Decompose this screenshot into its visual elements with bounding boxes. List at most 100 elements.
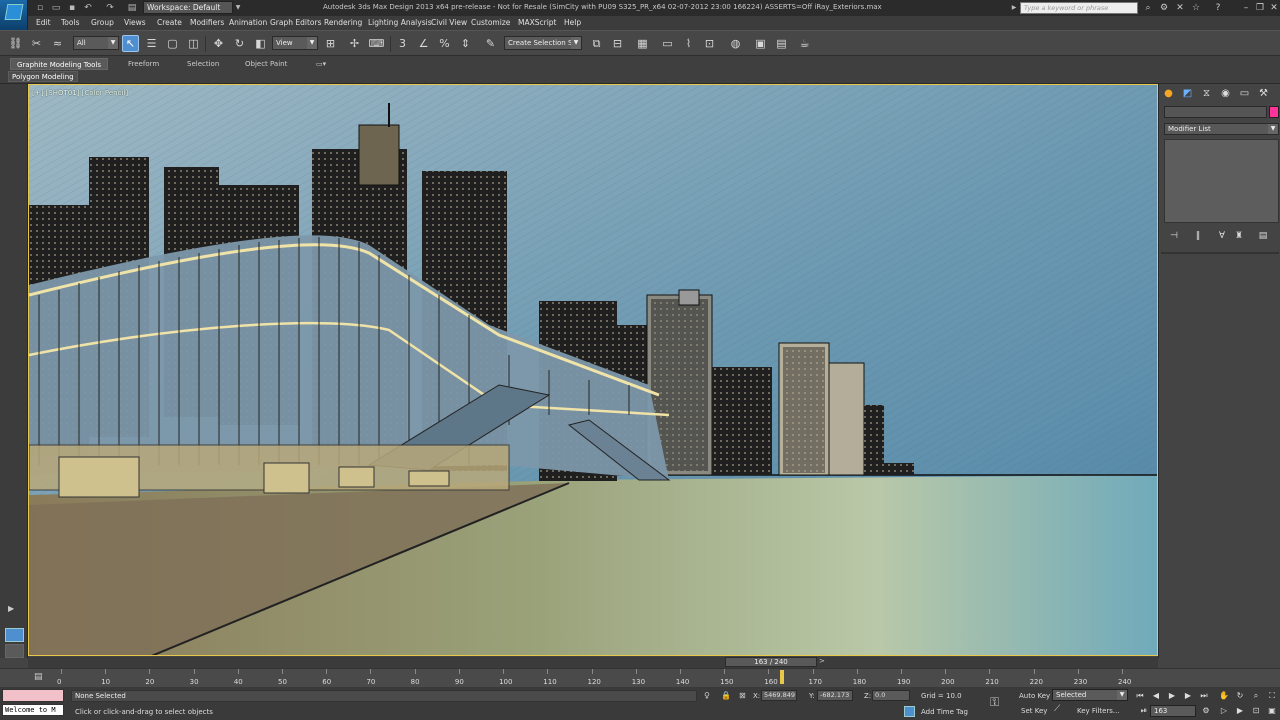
menu-civil-view[interactable]: Civil View (431, 18, 467, 27)
menu-animation[interactable]: Animation (229, 18, 267, 27)
menu-create[interactable]: Create (157, 18, 182, 27)
curve-editor-icon[interactable]: ⌇ (680, 35, 697, 52)
select-and-scale-icon[interactable]: ◧ (252, 35, 269, 52)
set-key-icon[interactable]: ⚿ (990, 695, 999, 710)
project-folder-icon[interactable]: ▤ (126, 2, 138, 14)
minimize-icon[interactable]: – (1240, 2, 1252, 14)
menu-modifiers[interactable]: Modifiers (190, 18, 224, 27)
time-tag-icon[interactable] (904, 706, 915, 717)
render-setup-icon[interactable]: ▣ (752, 35, 769, 52)
maximize-viewport-icon[interactable]: ⛶ (1266, 690, 1278, 701)
absolute-mode-icon[interactable]: ⊠ (739, 691, 746, 700)
new-scene-icon[interactable]: ▫ (34, 2, 46, 14)
hierarchy-tab-icon[interactable]: ⧖ (1199, 87, 1214, 101)
menu-help[interactable]: Help (564, 18, 581, 27)
save-file-icon[interactable]: ▪ (66, 2, 78, 14)
select-and-move-icon[interactable]: ✥ (210, 35, 227, 52)
select-by-name-icon[interactable]: ☰ (143, 35, 160, 52)
menu-graph-editors[interactable]: Graph Editors (270, 18, 322, 27)
viewport-perspective[interactable]: [+] [SHOT01] [Color Pencil] (28, 84, 1158, 656)
set-key-button[interactable]: Set Key (1021, 707, 1047, 715)
key-mode-dropdown[interactable]: Selected ▼ (1052, 689, 1128, 701)
utilities-tab-icon[interactable]: ⚒ (1256, 87, 1271, 101)
open-file-icon[interactable]: ▭ (50, 2, 62, 14)
play-icon[interactable]: ▶ (1166, 690, 1178, 701)
named-selection-dropdown[interactable]: Create Selection Se ▼ (504, 36, 582, 50)
walk-through-icon[interactable]: ▶ (1234, 705, 1246, 716)
make-unique-icon[interactable]: ∀ (1215, 230, 1229, 243)
maxscript-listener-output[interactable] (2, 689, 64, 702)
select-object-icon[interactable]: ↖ (122, 35, 139, 52)
z-coordinate-field[interactable]: 0.0 (872, 690, 910, 701)
orbit-icon[interactable]: ↻ (1234, 690, 1246, 701)
ribbon-panel-polygon-modeling[interactable]: Polygon Modeling (8, 71, 78, 82)
search-arrow-icon[interactable]: ▶ (1008, 2, 1020, 14)
window-crossing-icon[interactable]: ◫ (185, 35, 202, 52)
graphite-toggle-icon[interactable]: ▭ (659, 35, 676, 52)
y-coordinate-field[interactable]: -682.173 (817, 690, 853, 701)
ribbon-options-icon[interactable]: ▭▾ (310, 58, 332, 70)
next-frame-icon[interactable]: ▶ (1182, 690, 1194, 701)
x-coordinate-field[interactable]: 5469.849 (761, 690, 797, 701)
mirror-icon[interactable]: ⧉ (588, 35, 605, 52)
layer-manager-icon[interactable]: ▦ (634, 35, 651, 52)
redo-icon[interactable]: ↷ (104, 2, 116, 14)
key-mode-toggle-icon[interactable]: ⏯ (1138, 705, 1150, 716)
selection-filter-dropdown[interactable]: All ▼ (73, 36, 119, 50)
auto-key-button[interactable]: Auto Key (1019, 692, 1050, 700)
object-name-field[interactable] (1164, 106, 1267, 118)
track-bar[interactable]: ▤ 0 10 20 30 40 50 60 70 80 90 100 110 120 130 140 150 1… (0, 668, 1280, 687)
favorites-icon[interactable]: ☆ (1190, 2, 1202, 14)
schematic-view-icon[interactable]: ⊡ (701, 35, 718, 52)
field-of-view-icon[interactable]: ▷ (1218, 705, 1230, 716)
subscription-icon[interactable]: ⚙ (1158, 2, 1170, 14)
application-button[interactable] (0, 0, 28, 30)
menu-customize[interactable]: Customize (471, 18, 510, 27)
viewport-toggle-icon[interactable]: ▣ (1266, 705, 1278, 716)
configure-modifier-sets-icon[interactable]: ▤ (1256, 230, 1270, 243)
display-tab-icon[interactable]: ▭ (1237, 87, 1252, 101)
menu-lighting-analysis[interactable]: Lighting Analysis (368, 18, 432, 27)
restore-icon[interactable]: ❐ (1254, 2, 1266, 14)
edit-named-selection-icon[interactable]: ✎ (482, 35, 499, 52)
workspace-dropdown[interactable]: Workspace: Default (143, 1, 233, 14)
unlink-icon[interactable]: ✂ (28, 35, 45, 52)
time-slider[interactable]: < 163 / 240 > (28, 657, 1158, 668)
mini-curve-editor-icon[interactable]: ▤ (34, 672, 43, 682)
snaps-toggle-icon[interactable]: 3 (394, 35, 411, 52)
key-filters-button[interactable]: Key Filters... (1077, 707, 1120, 715)
previous-frame-icon[interactable]: ◀ (1150, 690, 1162, 701)
search-icon[interactable]: ⌕ (1142, 2, 1154, 14)
maxscript-mini-listener[interactable]: Welcome to M (2, 704, 64, 716)
workspace-arrow-icon[interactable]: ▼ (232, 2, 244, 14)
default-in-out-tangent-icon[interactable]: ⟋ (1054, 704, 1060, 714)
communication-icon[interactable]: ✕ (1174, 2, 1186, 14)
close-icon[interactable]: ✕ (1268, 2, 1280, 14)
time-slider-next-icon[interactable]: > (819, 657, 825, 665)
render-production-icon[interactable]: ☕ (796, 35, 813, 52)
go-to-end-icon[interactable]: ⏭ (1198, 690, 1210, 701)
align-icon[interactable]: ⊟ (609, 35, 626, 52)
isolate-selection-icon[interactable]: ♀ (704, 691, 710, 700)
material-editor-icon[interactable]: ◍ (727, 35, 744, 52)
motion-tab-icon[interactable]: ◉ (1218, 87, 1233, 101)
remove-modifier-icon[interactable]: ♜ (1232, 230, 1246, 243)
show-end-result-icon[interactable]: ‖ (1191, 230, 1205, 243)
rendered-frame-window-icon[interactable]: ▤ (773, 35, 790, 52)
modifier-stack[interactable] (1164, 139, 1279, 223)
ribbon-tab-object-paint[interactable]: Object Paint (239, 58, 293, 70)
add-time-tag-button[interactable]: Add Time Tag (921, 708, 968, 716)
current-frame-field[interactable]: 163 (1150, 705, 1196, 717)
go-to-start-icon[interactable]: ⏮ (1134, 690, 1146, 701)
bind-space-warp-icon[interactable]: ≈ (49, 35, 66, 52)
viewport-layout-button-1[interactable] (5, 628, 24, 642)
time-slider-thumb[interactable]: 163 / 240 (725, 657, 817, 667)
menu-edit[interactable]: Edit (36, 18, 51, 27)
menu-group[interactable]: Group (91, 18, 114, 27)
rectangular-selection-icon[interactable]: ▢ (164, 35, 181, 52)
help-icon[interactable]: ? (1212, 2, 1224, 14)
ribbon-tab-selection[interactable]: Selection (181, 58, 225, 70)
spinner-snap-icon[interactable]: ⇕ (457, 35, 474, 52)
viewport-label[interactable]: [+] [SHOT01] [Color Pencil] (32, 89, 128, 97)
time-configuration-icon[interactable]: ⚙ (1200, 705, 1212, 716)
